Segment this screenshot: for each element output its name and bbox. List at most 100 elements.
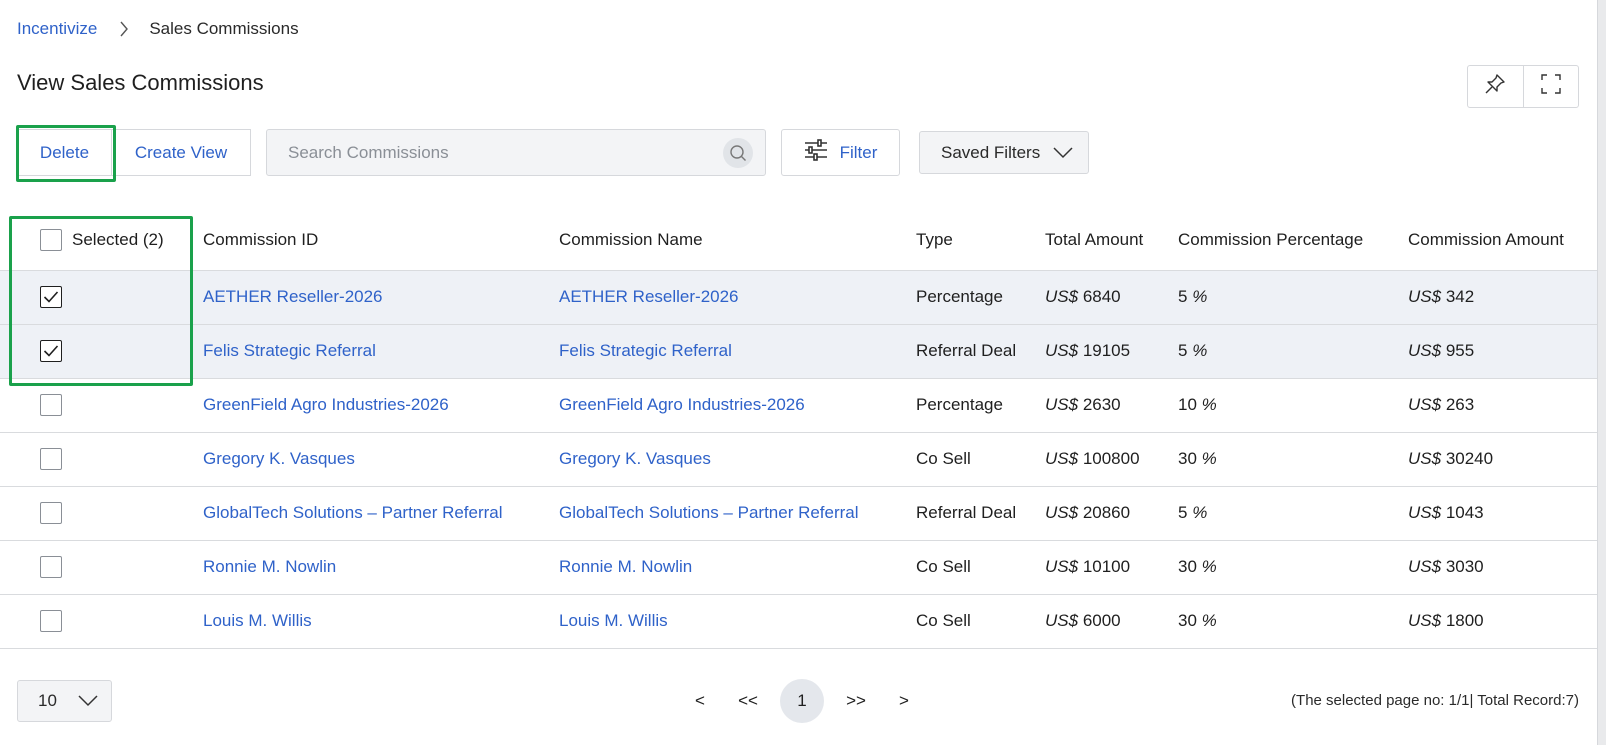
commission-amount-cell: US$ 30240 [1408, 432, 1606, 487]
row-checkbox[interactable] [40, 610, 62, 632]
commission-id-link[interactable]: GreenField Agro Industries-2026 [203, 395, 449, 414]
commission-amount-cell: US$ 342 [1408, 270, 1606, 325]
table-header-row: Selected (2) Commission ID Commission Na… [0, 210, 1606, 271]
type-cell: Referral Deal [916, 486, 1045, 541]
column-header-commission-percentage[interactable]: Commission Percentage [1178, 210, 1408, 271]
table-row[interactable]: AETHER Reseller-2026 AETHER Reseller-202… [0, 270, 1606, 325]
commission-id-link[interactable]: Felis Strategic Referral [203, 341, 376, 360]
chevron-down-icon [77, 692, 99, 713]
page-size-value: 10 [38, 691, 57, 710]
selected-column-header: Selected (2) [0, 210, 203, 271]
total-amount-cell: US$ 6840 [1045, 270, 1178, 325]
table-row[interactable]: Felis Strategic Referral Felis Strategic… [0, 324, 1606, 379]
pin-button[interactable] [1468, 66, 1523, 107]
commission-name-link[interactable]: GlobalTech Solutions – Partner Referral [559, 503, 859, 522]
scrollbar[interactable] [1597, 0, 1606, 745]
commission-percentage-cell: 5 % [1178, 270, 1408, 325]
commission-id-link[interactable]: Louis M. Willis [203, 611, 312, 630]
fullscreen-button[interactable] [1522, 66, 1579, 107]
commission-id-link[interactable]: Gregory K. Vasques [203, 449, 355, 468]
commission-name-link[interactable]: Gregory K. Vasques [559, 449, 711, 468]
table-row[interactable]: Gregory K. Vasques Gregory K. Vasques Co… [0, 432, 1606, 487]
previous-page-button[interactable]: < [685, 691, 715, 711]
type-cell: Percentage [916, 378, 1045, 433]
create-view-button[interactable]: Create View [112, 130, 250, 175]
saved-filters-dropdown[interactable]: Saved Filters [919, 131, 1089, 174]
saved-filters-label: Saved Filters [941, 142, 1041, 162]
commission-amount-cell: US$ 263 [1408, 378, 1606, 433]
table-row[interactable]: GlobalTech Solutions – Partner Referral … [0, 486, 1606, 541]
type-cell: Referral Deal [916, 324, 1045, 379]
table-row[interactable]: GreenField Agro Industries-2026 GreenFie… [0, 378, 1606, 433]
column-header-commission-id[interactable]: Commission ID [203, 210, 559, 271]
last-page-button[interactable]: >> [837, 691, 875, 711]
page-record-info: (The selected page no: 1/1| Total Record… [1291, 692, 1579, 709]
breadcrumb-current: Sales Commissions [149, 19, 299, 38]
total-amount-cell: US$ 6000 [1045, 594, 1178, 649]
row-checkbox[interactable] [40, 394, 62, 416]
delete-button[interactable]: Delete [18, 130, 112, 175]
row-checkbox[interactable] [40, 448, 62, 470]
commission-amount-cell: US$ 955 [1408, 324, 1606, 379]
commission-id-link[interactable]: GlobalTech Solutions – Partner Referral [203, 503, 503, 522]
commission-name-link[interactable]: Ronnie M. Nowlin [559, 557, 692, 576]
page-title: View Sales Commissions [17, 70, 264, 95]
commission-percentage-cell: 5 % [1178, 324, 1408, 379]
commission-percentage-cell: 10 % [1178, 378, 1408, 433]
search-input[interactable] [267, 130, 723, 175]
selected-count-label: Selected (2) [72, 229, 164, 249]
fullscreen-icon [1540, 73, 1562, 100]
chevron-right-icon [119, 21, 129, 37]
commission-percentage-cell: 5 % [1178, 486, 1408, 541]
column-header-total-amount[interactable]: Total Amount [1045, 210, 1178, 271]
commission-amount-cell: US$ 1800 [1408, 594, 1606, 649]
search-icon[interactable] [723, 137, 753, 168]
filter-label: Filter [839, 142, 878, 162]
total-amount-cell: US$ 20860 [1045, 486, 1178, 541]
commission-amount-cell: US$ 3030 [1408, 540, 1606, 595]
commission-name-link[interactable]: Felis Strategic Referral [559, 341, 732, 360]
pin-icon [1484, 73, 1506, 100]
commission-id-link[interactable]: Ronnie M. Nowlin [203, 557, 336, 576]
next-page-button[interactable]: > [889, 691, 919, 711]
commission-percentage-cell: 30 % [1178, 432, 1408, 487]
first-page-button[interactable]: << [729, 691, 767, 711]
commission-id-link[interactable]: AETHER Reseller-2026 [203, 287, 383, 306]
checkmark-icon [43, 345, 59, 357]
page-size-dropdown[interactable]: 10 [17, 680, 112, 722]
table-actions-group: Delete Create View [17, 129, 251, 176]
select-all-checkbox[interactable] [40, 228, 62, 251]
table-row[interactable]: Ronnie M. Nowlin Ronnie M. Nowlin Co Sel… [0, 540, 1606, 595]
row-checkbox[interactable] [40, 502, 62, 524]
checkmark-icon [43, 291, 59, 303]
column-header-commission-name[interactable]: Commission Name [559, 210, 916, 271]
commission-name-link[interactable]: Louis M. Willis [559, 611, 668, 630]
commission-name-link[interactable]: GreenField Agro Industries-2026 [559, 395, 805, 414]
type-cell: Percentage [916, 270, 1045, 325]
filter-sliders-icon [804, 139, 828, 166]
chevron-down-icon [1052, 144, 1074, 165]
row-checkbox[interactable] [40, 340, 62, 362]
total-amount-cell: US$ 2630 [1045, 378, 1178, 433]
page-number-button[interactable]: 1 [780, 679, 824, 723]
column-header-type[interactable]: Type [916, 210, 1045, 271]
commission-amount-cell: US$ 1043 [1408, 486, 1606, 541]
commissions-table: Selected (2) Commission ID Commission Na… [0, 210, 1606, 649]
table-row[interactable]: Louis M. Willis Louis M. Willis Co Sell … [0, 594, 1606, 649]
total-amount-cell: US$ 100800 [1045, 432, 1178, 487]
view-actions-group [1467, 65, 1579, 108]
row-checkbox[interactable] [40, 556, 62, 578]
breadcrumb-incentivize-link[interactable]: Incentivize [17, 19, 97, 39]
commission-percentage-cell: 30 % [1178, 594, 1408, 649]
type-cell: Co Sell [916, 432, 1045, 487]
type-cell: Co Sell [916, 594, 1045, 649]
commission-percentage-cell: 30 % [1178, 540, 1408, 595]
filter-button[interactable]: Filter [781, 129, 900, 176]
breadcrumb: Incentivize Sales Commissions [17, 18, 299, 40]
commission-name-link[interactable]: AETHER Reseller-2026 [559, 287, 739, 306]
total-amount-cell: US$ 19105 [1045, 324, 1178, 379]
pagination: < << 1 >> > [685, 679, 919, 723]
row-checkbox[interactable] [40, 286, 62, 308]
column-header-commission-amount[interactable]: Commission Amount [1408, 210, 1606, 271]
total-amount-cell: US$ 10100 [1045, 540, 1178, 595]
